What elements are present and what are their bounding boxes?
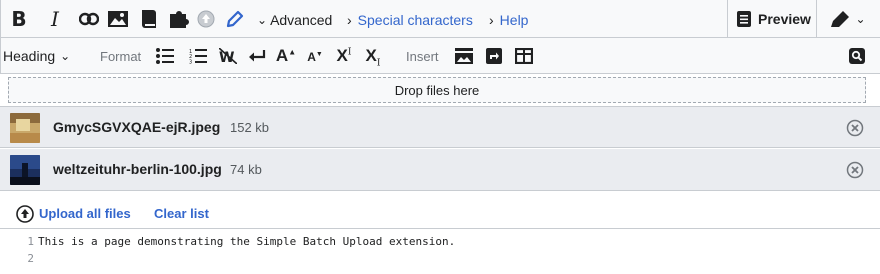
bulleted-list-button[interactable]: [155, 47, 175, 65]
table-button[interactable]: [514, 47, 534, 65]
bold-button[interactable]: B: [8, 7, 30, 31]
big-text-icon: A▲: [275, 46, 297, 65]
wikitext-editor[interactable]: 1 This is a page demonstrating the Simpl…: [0, 228, 880, 274]
file-name: GmycSGVXQAE-ejR.jpeg: [53, 119, 221, 135]
table-icon: [515, 48, 533, 64]
bullet-list-icon: [156, 48, 174, 64]
svg-text:W: W: [219, 50, 234, 64]
edit-pencil-icon: [831, 11, 850, 27]
redirect-icon: [486, 48, 502, 64]
upload-actions: Upload all files Clear list: [0, 196, 880, 228]
upload-button[interactable]: [196, 9, 216, 29]
toolbar-divider: [727, 0, 728, 37]
toolbar-divider: [816, 0, 817, 37]
editor-line[interactable]: This is a page demonstrating the Simple …: [38, 235, 455, 248]
chevron-down-icon: ⌄: [257, 13, 268, 27]
newline-button[interactable]: [247, 47, 267, 65]
search-replace-button[interactable]: [847, 47, 867, 65]
bold-icon: B: [11, 7, 27, 31]
redirect-button[interactable]: [484, 47, 504, 65]
clear-list-link[interactable]: Clear list: [154, 206, 209, 221]
help-menu[interactable]: › Help: [489, 11, 528, 29]
upload-icon: [197, 10, 215, 28]
main-toolbar: B I ⌄ Advanced › Special characters › He…: [0, 0, 880, 38]
media-button[interactable]: [169, 9, 191, 29]
secondary-toolbar: Heading ⌄ Format 123 W A▲ A▼ XI XI Inser…: [0, 38, 880, 74]
numbered-list-button[interactable]: 123: [188, 47, 208, 65]
drop-zone-label: Drop files here: [394, 82, 480, 98]
format-label: Format: [100, 48, 142, 64]
file-list-item: GmycSGVXQAE-ejR.jpeg 152 kb: [0, 106, 880, 148]
heading-dropdown[interactable]: Heading ⌄: [3, 47, 70, 65]
file-name: weltzeituhr-berlin-100.jpg: [53, 161, 222, 177]
puzzle-icon: [170, 11, 189, 28]
file-size: 74 kb: [230, 162, 262, 177]
help-label: Help: [499, 12, 529, 28]
image-icon: [108, 11, 128, 27]
file-list-item: weltzeituhr-berlin-100.jpg 74 kb: [0, 149, 880, 191]
nowiki-icon: W: [219, 48, 237, 64]
nowiki-button[interactable]: W: [218, 47, 238, 65]
italic-button[interactable]: I: [45, 7, 65, 31]
superscript-icon: XI: [336, 46, 352, 65]
search-icon: [849, 48, 865, 64]
advanced-label: Advanced: [270, 12, 333, 28]
upload-icon: [16, 205, 34, 223]
chevron-down-icon: ⌄: [60, 49, 71, 63]
italic-icon: I: [51, 7, 59, 31]
remove-file-icon[interactable]: [846, 119, 864, 137]
file-thumbnail: [10, 113, 40, 143]
link-icon: [79, 12, 99, 26]
editor-switch-menu[interactable]: ⌄: [827, 9, 869, 29]
numbered-list-icon: 123: [189, 49, 207, 65]
gallery-button[interactable]: [454, 47, 474, 65]
chevron-right-icon: ›: [489, 12, 494, 28]
big-text-button[interactable]: A▲: [275, 46, 297, 66]
insert-group-label: Insert: [406, 48, 439, 64]
line-number: 1: [27, 235, 34, 248]
file-thumbnail: [10, 155, 40, 185]
subscript-button[interactable]: XI: [363, 46, 383, 68]
heading-label: Heading: [3, 48, 56, 64]
chevron-right-icon: ›: [347, 12, 352, 28]
reference-button[interactable]: [141, 9, 157, 29]
book-icon: [142, 10, 156, 28]
subscript-icon: XI: [365, 45, 381, 69]
small-text-button[interactable]: A▼: [307, 48, 323, 66]
line-number: 2: [27, 252, 34, 265]
link-button[interactable]: [77, 9, 101, 29]
newline-icon: [249, 50, 266, 62]
small-text-icon: A▼: [307, 50, 323, 64]
pencil-icon: [226, 10, 244, 28]
gallery-icon: [455, 48, 473, 64]
svg-text:3: 3: [189, 60, 192, 65]
edit-mode-button[interactable]: [223, 8, 247, 30]
insert-label: Insert: [406, 48, 439, 64]
file-size: 152 kb: [230, 120, 270, 135]
document-icon: [737, 11, 751, 27]
drop-zone[interactable]: Drop files here: [8, 77, 866, 103]
remove-file-icon[interactable]: [846, 161, 864, 179]
format-group-label: Format: [100, 48, 141, 64]
preview-button[interactable]: Preview: [737, 10, 811, 28]
preview-label: Preview: [758, 11, 811, 27]
advanced-menu[interactable]: ⌄ Advanced: [257, 11, 332, 29]
special-characters-label: Special characters: [357, 12, 473, 28]
embedded-file-button[interactable]: [107, 9, 129, 29]
chevron-down-icon: ⌄: [855, 12, 866, 26]
upload-all-files-link[interactable]: Upload all files: [39, 206, 131, 221]
special-characters-menu[interactable]: › Special characters: [347, 11, 473, 29]
superscript-button[interactable]: XI: [334, 46, 354, 66]
